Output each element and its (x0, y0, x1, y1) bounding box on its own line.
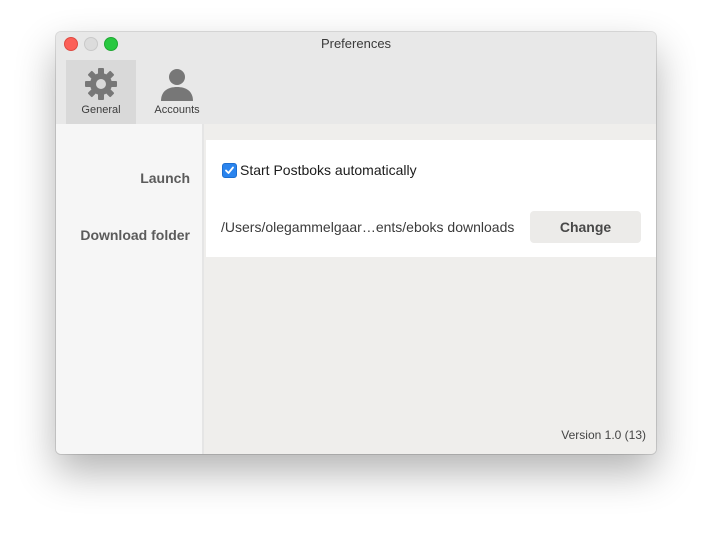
launch-checkbox[interactable] (222, 163, 237, 178)
settings-panel: Start Postboks automatically /Users/oleg… (206, 140, 656, 257)
toolbar-accounts[interactable]: Accounts (142, 60, 212, 124)
toolbar-accounts-label: Accounts (154, 104, 200, 116)
person-icon (161, 69, 193, 101)
gear-icon (85, 68, 117, 100)
version-label: Version 1.0 (13) (561, 428, 646, 442)
launch-label: Launch (140, 170, 190, 186)
window-title: Preferences (320, 36, 392, 51)
toolbar-general-label: General (81, 104, 121, 116)
preferences-window: Preferences General Accounts Launch Down… (56, 32, 656, 454)
download-folder-path: /Users/olegammelgaar…ents/eboks download… (221, 219, 515, 235)
titlebar: Preferences General Accounts (56, 32, 656, 125)
download-folder-label: Download folder (80, 227, 190, 243)
toolbar-general[interactable]: General (66, 60, 136, 124)
settings-content: Start Postboks automatically /Users/oleg… (204, 124, 656, 454)
change-folder-button[interactable]: Change (530, 211, 641, 243)
settings-labels-column: Launch Download folder (56, 124, 204, 454)
checkmark-icon (225, 166, 234, 174)
launch-checkbox-label[interactable]: Start Postboks automatically (240, 162, 417, 178)
